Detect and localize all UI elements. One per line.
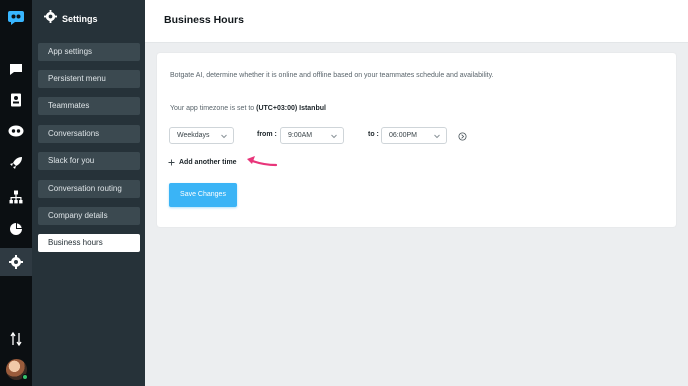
from-time-value: 9:00AM [288, 132, 313, 139]
sidebar-item-slack-for-you[interactable]: Slack for you [38, 152, 140, 170]
sidebar-item-teammates[interactable]: Teammates [38, 97, 140, 115]
sidebar-item-conversations[interactable]: Conversations [38, 125, 140, 143]
contacts-icon[interactable] [7, 91, 25, 109]
timezone-text: Your app timezone is set to (UTC+03:00) … [170, 105, 326, 112]
sidebar-item-app-settings[interactable]: App settings [38, 43, 140, 61]
days-select-value: Weekdays [177, 132, 210, 139]
online-status-dot [22, 374, 28, 380]
page-header: Business Hours [145, 0, 688, 43]
sort-icon[interactable] [7, 330, 25, 348]
chevron-down-icon [331, 134, 337, 139]
sidebar-title: Settings [62, 14, 98, 24]
add-another-time-label: Add another time [179, 158, 237, 166]
rocket-icon[interactable] [7, 154, 25, 172]
remove-time-icon[interactable] [458, 132, 467, 141]
to-time-select[interactable]: 06:00PM [381, 127, 447, 144]
add-another-time-button[interactable]: Add another time [168, 157, 237, 167]
hierarchy-icon[interactable] [7, 188, 25, 206]
sidebar-item-conversation-routing[interactable]: Conversation routing [38, 180, 140, 198]
sidebar-item-persistent-menu[interactable]: Persistent menu [38, 70, 140, 88]
gear-icon [44, 10, 57, 28]
description-text: Botgate AI, determine whether it is onli… [170, 72, 494, 79]
timezone-prefix: Your app timezone is set to [170, 105, 257, 112]
days-select[interactable]: Weekdays [169, 127, 234, 144]
logo-icon[interactable] [7, 9, 25, 27]
page-title: Business Hours [164, 14, 244, 26]
chevron-down-icon [221, 134, 227, 139]
pie-chart-icon[interactable] [7, 220, 25, 238]
settings-sidebar: Settings App settings Persistent menu Te… [32, 0, 145, 386]
annotation-arrow-icon [247, 156, 278, 167]
icon-rail [0, 0, 32, 386]
from-time-select[interactable]: 9:00AM [280, 127, 344, 144]
sidebar-item-company-details[interactable]: Company details [38, 207, 140, 225]
to-time-value: 06:00PM [389, 132, 418, 139]
gear-icon[interactable] [7, 253, 25, 271]
from-label: from : [257, 131, 277, 138]
plus-icon [168, 159, 175, 165]
sidebar-header: Settings [44, 10, 98, 28]
chevron-down-icon [434, 134, 440, 139]
to-label: to : [368, 131, 379, 138]
sidebar-item-business-hours[interactable]: Business hours [38, 234, 140, 252]
business-hours-card: Botgate AI, determine whether it is onli… [157, 53, 676, 227]
chat-icon[interactable] [7, 60, 25, 78]
save-changes-button[interactable]: Save Changes [169, 183, 237, 207]
bot-icon[interactable] [7, 122, 25, 140]
timezone-value: (UTC+03:00) Istanbul [256, 105, 326, 112]
